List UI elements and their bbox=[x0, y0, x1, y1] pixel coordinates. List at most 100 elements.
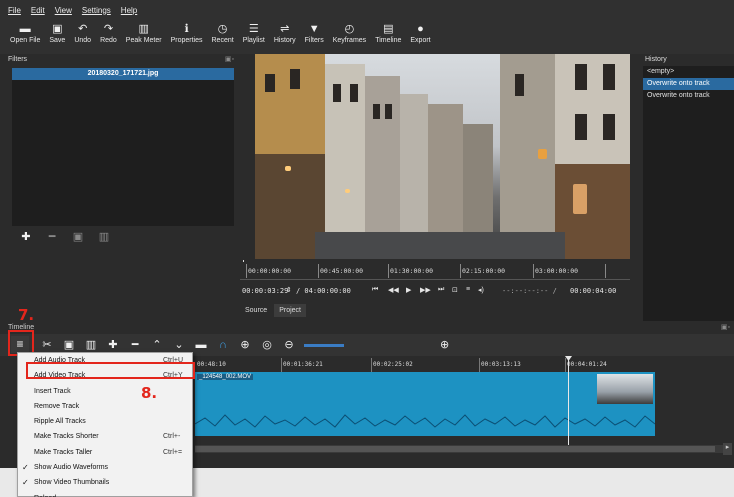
playlist-button[interactable]: ☰ Playlist bbox=[243, 23, 265, 44]
menu-item-show-audio-waveforms[interactable]: ✓ Show Audio Waveforms bbox=[18, 460, 192, 475]
ripple-icon[interactable]: ◎ bbox=[256, 334, 278, 356]
zoom-slider[interactable] bbox=[304, 343, 344, 347]
export-button[interactable]: ● Export bbox=[410, 23, 430, 44]
toolbar-label: Peak Meter bbox=[125, 37, 162, 44]
ruler-tick bbox=[460, 264, 461, 278]
recent-button[interactable]: ◷ Recent bbox=[212, 23, 234, 44]
keyframes-button[interactable]: ◴ Keyframes bbox=[333, 23, 366, 44]
rewind-icon[interactable]: ◀◀ bbox=[388, 286, 399, 294]
menu-item-label: Make Tracks Taller bbox=[34, 448, 93, 456]
toolbar-label: Timeline bbox=[375, 37, 402, 44]
scroll-right-icon[interactable]: ▸ bbox=[723, 443, 732, 455]
history-item[interactable]: <empty> bbox=[643, 66, 734, 78]
paste-filter-icon[interactable]: ▥ bbox=[98, 230, 110, 243]
history-item[interactable]: Overwrite onto track bbox=[643, 90, 734, 102]
redo-button[interactable]: ↷ Redo bbox=[100, 23, 117, 44]
split-icon[interactable]: ▬ bbox=[190, 334, 212, 356]
menu-item-make-tracks-taller[interactable]: Make Tracks Taller Ctrl+= bbox=[18, 445, 192, 460]
scrub-icon[interactable]: ⊕ bbox=[234, 334, 256, 356]
panel-float-icon[interactable]: ▣▫ bbox=[225, 55, 234, 63]
menu-settings[interactable]: Settings bbox=[82, 6, 111, 15]
skip-end-icon[interactable]: ⏭ bbox=[438, 286, 444, 294]
menu-item-label: Remove Track bbox=[34, 402, 80, 410]
shop-light bbox=[573, 184, 587, 214]
history-button[interactable]: ⇌ History bbox=[274, 23, 296, 44]
timeline-icon: ▤ bbox=[383, 23, 394, 35]
copy-filter-icon[interactable]: ▣ bbox=[72, 230, 84, 243]
menu-edit[interactable]: Edit bbox=[31, 6, 45, 15]
timeline-tick bbox=[565, 358, 566, 372]
undo-button[interactable]: ↶ Undo bbox=[74, 23, 91, 44]
viewer-ruler[interactable]: 00:00:00:00 00:45:00:00 01:30:00:00 02:1… bbox=[240, 262, 630, 280]
redo-icon: ↷ bbox=[103, 23, 114, 35]
peak-meter-button[interactable]: ▥ Peak Meter bbox=[126, 23, 162, 44]
menu-file[interactable]: File bbox=[8, 6, 21, 15]
history-item-selected[interactable]: Overwrite onto track bbox=[643, 78, 734, 90]
street-lamp bbox=[285, 166, 291, 171]
timeline-scrollbar[interactable] bbox=[195, 445, 723, 453]
highlight-step-8 bbox=[26, 362, 195, 379]
history-list: <empty> Overwrite onto track Overwrite o… bbox=[643, 66, 734, 321]
panel-float-icon[interactable]: ▣▫ bbox=[721, 323, 730, 331]
in-out-timecode: --:--:--:-- / bbox=[502, 287, 557, 295]
menu-item-label: Insert Track bbox=[34, 387, 71, 395]
filters-button[interactable]: ▼ Filters bbox=[305, 23, 324, 44]
menu-item-label: Show Audio Waveforms bbox=[34, 464, 109, 472]
tab-project[interactable]: Project bbox=[274, 304, 306, 317]
empty-track-area bbox=[655, 372, 723, 436]
shop-front-right bbox=[555, 164, 630, 259]
spin-icon[interactable]: ⇕ bbox=[286, 286, 292, 294]
filters-icon: ▼ bbox=[308, 23, 320, 35]
duration-timecode: / 04:00:00:00 bbox=[296, 287, 351, 295]
menu-view[interactable]: View bbox=[55, 6, 72, 15]
zoom-out-icon[interactable]: ⊖ bbox=[278, 334, 300, 356]
toolbar-label: Properties bbox=[170, 37, 203, 44]
scrollbar-thumb[interactable] bbox=[195, 446, 715, 452]
menu-item-insert-track[interactable]: Insert Track bbox=[18, 384, 192, 399]
menu-item-ripple-all-tracks[interactable]: Ripple All Tracks bbox=[18, 414, 192, 429]
clip-thumbnail bbox=[597, 374, 653, 404]
save-button[interactable]: ▣ Save bbox=[49, 23, 65, 44]
play-icon[interactable]: ▶ bbox=[406, 286, 411, 294]
street bbox=[315, 232, 565, 259]
timeline-ruler[interactable]: 00:48:10 00:01:36:21 00:02:25:02 00:03:1… bbox=[195, 358, 723, 372]
open-file-button[interactable]: ▬ Open File bbox=[10, 23, 40, 44]
ruler-tick bbox=[388, 264, 389, 278]
menu-item-remove-track[interactable]: Remove Track bbox=[18, 399, 192, 414]
ruler-tick bbox=[605, 264, 606, 278]
menu-item-reload[interactable]: Reload bbox=[18, 491, 192, 497]
position-timecode[interactable]: 00:00:03:29 bbox=[242, 287, 288, 295]
menu-item-label: Show Video Thumbnails bbox=[34, 479, 110, 487]
menu-item-show-video-thumbnails[interactable]: ✓ Show Video Thumbnails bbox=[18, 475, 192, 490]
toggle-zoom-icon[interactable]: ⊡ bbox=[452, 286, 458, 294]
timeline-playhead[interactable] bbox=[568, 356, 569, 448]
ruler-label: 02:15:00:00 bbox=[462, 267, 506, 275]
timeline-ruler-label: 00:04:01:24 bbox=[567, 361, 607, 368]
snap-icon[interactable]: ∩ bbox=[212, 334, 234, 356]
video-viewer[interactable] bbox=[255, 54, 630, 259]
street-lamp bbox=[345, 189, 350, 193]
timeline-button[interactable]: ▤ Timeline bbox=[375, 23, 401, 44]
window bbox=[575, 64, 587, 90]
timeline-header: Timeline ▣▫ bbox=[0, 322, 734, 334]
ruler-label: 03:00:00:00 bbox=[535, 267, 579, 275]
transport-bar: 00:00:03:29 ⇕ / 04:00:00:00 ⏮ ◀◀ ▶ ▶▶ ⏭ … bbox=[240, 285, 630, 299]
window bbox=[603, 64, 615, 90]
zoom-in-icon[interactable]: ⊕ bbox=[440, 334, 449, 356]
skip-start-icon[interactable]: ⏮ bbox=[372, 286, 378, 294]
undo-icon: ↶ bbox=[78, 23, 88, 35]
street-lamp bbox=[538, 149, 547, 159]
remove-filter-icon[interactable]: ━ bbox=[46, 230, 58, 243]
timeline-tick bbox=[479, 358, 480, 372]
fast-forward-icon[interactable]: ▶▶ bbox=[420, 286, 431, 294]
menu-item-make-tracks-shorter[interactable]: Make Tracks Shorter Ctrl+- bbox=[18, 429, 192, 444]
export-icon: ● bbox=[417, 23, 424, 35]
properties-button[interactable]: ℹ Properties bbox=[171, 23, 203, 44]
annotation-step-7: 7. bbox=[18, 306, 35, 324]
tab-source[interactable]: Source bbox=[240, 304, 273, 317]
filters-list[interactable] bbox=[12, 80, 234, 226]
menu-help[interactable]: Help bbox=[121, 6, 137, 15]
volume-icon[interactable]: ◂) bbox=[478, 286, 484, 294]
add-filter-icon[interactable]: ✚ bbox=[20, 230, 32, 243]
grid-icon[interactable]: ≡ bbox=[466, 286, 470, 293]
